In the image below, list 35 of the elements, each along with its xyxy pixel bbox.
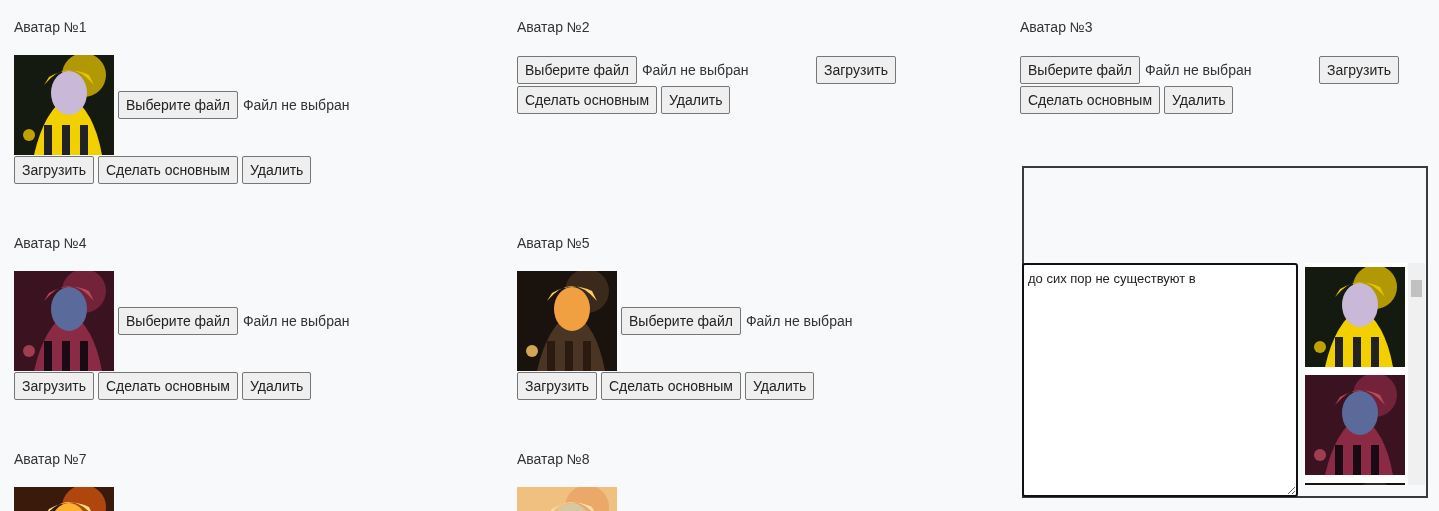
make-main-button[interactable]: Сделать основным [97, 372, 238, 400]
avatar-title: Аватар №8 [517, 450, 590, 469]
make-main-button[interactable]: Сделать основным [517, 86, 657, 114]
delete-button[interactable]: Удалить [661, 86, 731, 114]
choose-file-button[interactable]: Выберите файл [621, 307, 741, 335]
choose-file-button[interactable]: Выберите файл [1020, 56, 1140, 84]
avatar-title: Аватар №4 [14, 234, 87, 253]
delete-button[interactable]: Удалить [241, 372, 312, 400]
upload-button[interactable]: Загрузить [816, 56, 896, 84]
delete-button[interactable]: Удалить [1164, 86, 1234, 114]
avatar-title: Аватар №1 [14, 18, 87, 37]
make-main-button[interactable]: Сделать основным [1020, 86, 1160, 114]
file-status: Файл не выбран [242, 313, 350, 329]
file-status: Файл не выбран [745, 313, 853, 329]
avatar-title: Аватар №5 [517, 234, 590, 253]
file-status: Файл не выбран [1144, 62, 1252, 78]
avatar-title: Аватар №7 [14, 450, 87, 469]
avatar-title: Аватар №2 [517, 18, 590, 37]
upload-button[interactable]: Загрузить [1319, 56, 1399, 84]
make-main-button[interactable]: Сделать основным [600, 372, 741, 400]
avatar-title: Аватар №3 [1020, 18, 1093, 37]
scrollbar[interactable] [1408, 263, 1425, 485]
text-area[interactable]: до сих пор не существуют в [1022, 263, 1298, 497]
file-status: Файл не выбран [242, 97, 350, 113]
delete-button[interactable]: Удалить [241, 156, 312, 184]
choose-file-button[interactable]: Выберите файл [118, 307, 238, 335]
thumbnail-list[interactable] [1304, 263, 1425, 485]
upload-button[interactable]: Загрузить [14, 372, 94, 400]
file-status: Файл не выбран [641, 62, 749, 78]
delete-button[interactable]: Удалить [744, 372, 815, 400]
choose-file-button[interactable]: Выберите файл [118, 91, 238, 119]
upload-button[interactable]: Загрузить [517, 372, 597, 400]
upload-button[interactable]: Загрузить [14, 156, 94, 184]
choose-file-button[interactable]: Выберите файл [517, 56, 637, 84]
make-main-button[interactable]: Сделать основным [97, 156, 238, 184]
